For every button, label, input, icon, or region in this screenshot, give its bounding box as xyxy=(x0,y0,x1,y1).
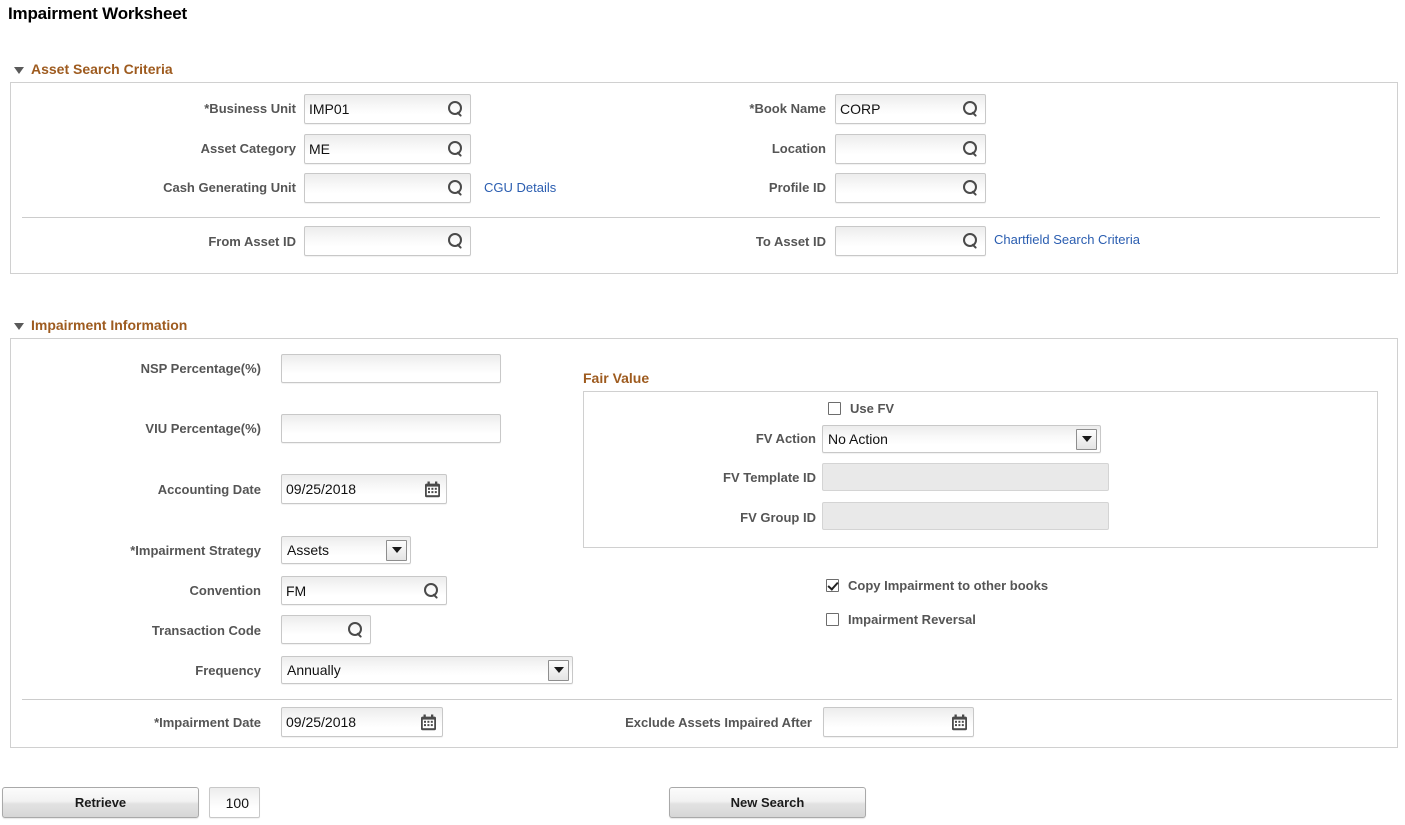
fair-value-title: Fair Value xyxy=(583,370,649,386)
location-field[interactable] xyxy=(835,134,986,164)
transaction-code-field[interactable] xyxy=(281,615,371,644)
cgu-details-link[interactable]: CGU Details xyxy=(484,180,556,195)
search-icon[interactable] xyxy=(446,140,464,158)
book-name-label: *Book Name xyxy=(650,101,826,117)
retrieve-button-label: Retrieve xyxy=(75,795,126,810)
business-unit-value: IMP01 xyxy=(309,101,444,117)
calendar-icon[interactable] xyxy=(424,481,441,498)
from-asset-id-field[interactable] xyxy=(304,226,471,256)
search-icon[interactable] xyxy=(446,232,464,250)
collapse-triangle-icon[interactable] xyxy=(14,323,24,330)
transaction-code-label: Transaction Code xyxy=(60,623,261,639)
asset-search-criteria-header[interactable]: Asset Search Criteria xyxy=(14,61,173,77)
retrieve-button[interactable]: Retrieve xyxy=(2,787,199,818)
location-label: Location xyxy=(650,141,826,157)
frequency-select[interactable]: Annually xyxy=(281,656,573,684)
use-fv-checkbox[interactable] xyxy=(828,402,841,415)
fv-template-id-label: FV Template ID xyxy=(620,470,816,486)
search-icon[interactable] xyxy=(961,100,979,118)
impairment-strategy-label: *Impairment Strategy xyxy=(60,543,261,559)
to-asset-id-label: To Asset ID xyxy=(650,234,826,250)
impairment-reversal-label: Impairment Reversal xyxy=(848,612,976,627)
impairment-information-label: Impairment Information xyxy=(31,317,187,333)
use-fv-label: Use FV xyxy=(850,401,894,416)
accounting-date-field[interactable]: 09/25/2018 xyxy=(281,474,447,504)
row-limit-input[interactable]: 100 xyxy=(209,787,260,818)
convention-field[interactable]: FM xyxy=(281,576,447,605)
book-name-field[interactable]: CORP xyxy=(835,94,986,124)
impairment-reversal-checkbox-row[interactable]: Impairment Reversal xyxy=(826,612,976,627)
asset-search-criteria-label: Asset Search Criteria xyxy=(31,61,173,77)
search-icon[interactable] xyxy=(346,621,364,639)
chartfield-search-criteria-link[interactable]: Chartfield Search Criteria xyxy=(994,232,1140,247)
profile-id-field[interactable] xyxy=(835,173,986,203)
use-fv-checkbox-row[interactable]: Use FV xyxy=(828,401,894,416)
new-search-button-label: New Search xyxy=(731,795,805,810)
cash-generating-unit-label: Cash Generating Unit xyxy=(104,180,296,196)
nsp-percentage-label: NSP Percentage(%) xyxy=(60,361,261,377)
new-search-button[interactable]: New Search xyxy=(669,787,866,818)
search-icon[interactable] xyxy=(961,232,979,250)
impairment-strategy-select[interactable]: Assets xyxy=(281,536,411,564)
fv-action-value: No Action xyxy=(828,431,1076,447)
convention-label: Convention xyxy=(60,583,261,599)
collapse-triangle-icon[interactable] xyxy=(14,67,24,74)
calendar-icon[interactable] xyxy=(420,714,437,731)
cash-generating-unit-field[interactable] xyxy=(304,173,471,203)
impairment-info-divider xyxy=(22,699,1392,700)
impairment-date-value: 09/25/2018 xyxy=(286,714,418,730)
fv-group-id-field xyxy=(822,502,1109,530)
book-name-value: CORP xyxy=(840,101,959,117)
page-title: Impairment Worksheet xyxy=(8,4,187,24)
fv-action-label: FV Action xyxy=(620,431,816,447)
convention-value: FM xyxy=(286,583,420,599)
impairment-date-label: *Impairment Date xyxy=(60,715,261,731)
viu-percentage-field[interactable] xyxy=(281,414,501,443)
asset-search-divider xyxy=(22,217,1380,218)
search-icon[interactable] xyxy=(446,179,464,197)
search-icon[interactable] xyxy=(961,179,979,197)
business-unit-field[interactable]: IMP01 xyxy=(304,94,471,124)
exclude-assets-impaired-after-label: Exclude Assets Impaired After xyxy=(570,715,812,731)
fv-group-id-label: FV Group ID xyxy=(620,510,816,526)
impairment-reversal-checkbox[interactable] xyxy=(826,613,839,626)
chevron-down-icon[interactable] xyxy=(548,660,569,681)
row-limit-value: 100 xyxy=(214,795,255,811)
chevron-down-icon[interactable] xyxy=(1076,429,1097,450)
copy-impairment-checkbox[interactable] xyxy=(826,579,839,592)
from-asset-id-label: From Asset ID xyxy=(120,234,296,250)
accounting-date-label: Accounting Date xyxy=(60,482,261,498)
profile-id-label: Profile ID xyxy=(650,180,826,196)
impairment-information-header[interactable]: Impairment Information xyxy=(14,317,187,333)
business-unit-label: *Business Unit xyxy=(120,101,296,117)
nsp-percentage-field[interactable] xyxy=(281,354,501,383)
search-icon[interactable] xyxy=(961,140,979,158)
asset-category-value: ME xyxy=(309,141,444,157)
asset-category-field[interactable]: ME xyxy=(304,134,471,164)
viu-percentage-label: VIU Percentage(%) xyxy=(60,421,261,437)
copy-impairment-checkbox-row[interactable]: Copy Impairment to other books xyxy=(826,578,1048,593)
frequency-value: Annually xyxy=(287,662,548,678)
search-icon[interactable] xyxy=(422,582,440,600)
asset-category-label: Asset Category xyxy=(120,141,296,157)
chevron-down-icon[interactable] xyxy=(386,540,407,561)
impairment-worksheet-page: Impairment Worksheet Asset Search Criter… xyxy=(0,0,1405,825)
accounting-date-value: 09/25/2018 xyxy=(286,481,422,497)
fv-template-id-field xyxy=(822,463,1109,491)
fv-action-select[interactable]: No Action xyxy=(822,425,1101,453)
impairment-strategy-value: Assets xyxy=(287,542,386,558)
calendar-icon[interactable] xyxy=(951,714,968,731)
to-asset-id-field[interactable] xyxy=(835,226,986,256)
impairment-date-field[interactable]: 09/25/2018 xyxy=(281,707,443,737)
exclude-assets-impaired-after-field[interactable] xyxy=(823,707,974,737)
copy-impairment-label: Copy Impairment to other books xyxy=(848,578,1048,593)
search-icon[interactable] xyxy=(446,100,464,118)
frequency-label: Frequency xyxy=(60,663,261,679)
